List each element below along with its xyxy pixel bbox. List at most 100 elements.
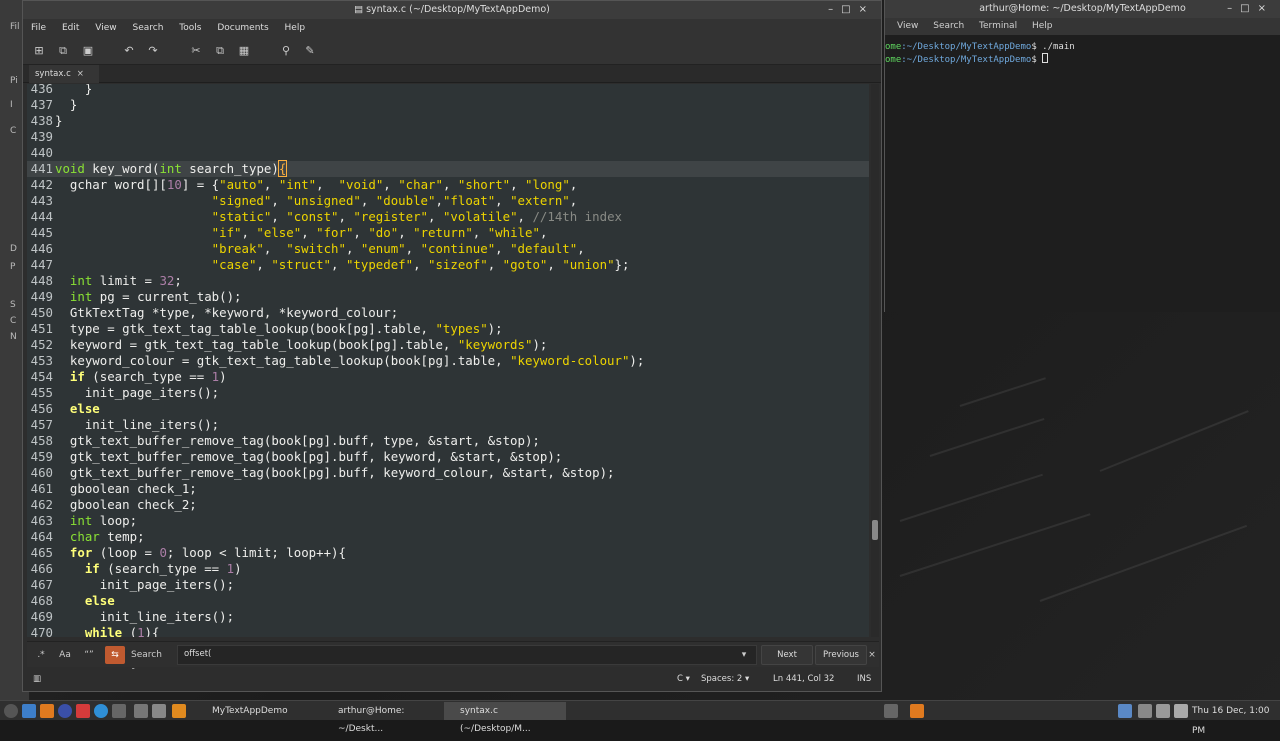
maximize-icon[interactable]: □ [841,4,858,15]
minimize-icon[interactable]: – [828,4,841,15]
code-line[interactable]: if (search_type == 1) [55,561,242,577]
cut-icon[interactable]: ✂ [188,43,204,59]
text-editor-icon[interactable] [152,704,166,718]
close-icon[interactable]: × [859,4,875,15]
code-line[interactable]: for (loop = 0; loop < limit; loop++){ [55,545,346,561]
task-terminal[interactable]: arthur@Home: ~/Deskt... [322,702,440,734]
previous-button[interactable]: Previous [815,645,867,665]
code-line[interactable]: char temp; [55,529,145,545]
settings-icon[interactable] [1138,704,1152,718]
undo-icon[interactable]: ↶ [121,43,137,59]
menu-help[interactable]: Help [285,23,306,33]
code-line[interactable]: } [55,84,92,97]
network-icon[interactable] [1118,704,1132,718]
code-line[interactable]: else [55,593,115,609]
task-syntax-c[interactable]: syntax.c (~/Desktop/M... [444,702,566,734]
menu-documents[interactable]: Documents [217,23,268,33]
code-line[interactable]: "break", "switch", "enum", "continue", "… [55,241,585,257]
code-line[interactable]: gtk_text_buffer_remove_tag(book[pg].buff… [55,433,540,449]
volume-icon[interactable] [1174,704,1188,718]
display-icon[interactable] [1156,704,1170,718]
spaces-selector[interactable]: Spaces: 2 ▾ [701,669,749,689]
terminal-titlebar[interactable]: arthur@Home: ~/Desktop/MyTextAppDemo –□× [885,0,1280,18]
code-line[interactable]: init_page_iters(); [55,385,219,401]
menu-icon[interactable] [4,704,18,718]
code-line[interactable]: gboolean check_1; [55,481,197,497]
maximize-icon[interactable]: □ [1240,3,1257,14]
clock[interactable]: Thu 16 Dec, 1:00 PM [1192,701,1280,741]
search-input[interactable]: offset( [177,645,757,665]
close-icon[interactable]: × [1258,3,1274,14]
code-line[interactable]: GtkTextTag *type, *keyword, *keyword_col… [55,305,398,321]
code-line[interactable]: } [55,97,77,113]
update-icon[interactable] [910,704,924,718]
show-desktop-icon[interactable] [22,704,36,718]
menu-view[interactable]: View [95,23,116,33]
terminal-window[interactable]: arthur@Home: ~/Desktop/MyTextAppDemo –□×… [884,0,1280,312]
terminal-icon[interactable] [112,704,126,718]
next-button[interactable]: Next [761,645,813,665]
scrollbar-thumb[interactable] [872,520,878,540]
editor-window[interactable]: ▤ syntax.c (~/Desktop/MyTextAppDemo) –□×… [22,0,882,692]
code-line[interactable]: init_page_iters(); [55,577,234,593]
editor-titlebar[interactable]: ▤ syntax.c (~/Desktop/MyTextAppDemo) –□× [23,1,881,19]
menu-file[interactable]: File [31,23,46,33]
copy-icon[interactable]: ⧉ [212,43,228,59]
code-line[interactable]: void key_word(int search_type){ [55,160,288,177]
menu-help[interactable]: Help [1032,21,1053,31]
code-line[interactable]: "signed", "unsigned", "double","float", … [55,193,578,209]
whole-word-icon[interactable]: “” [81,646,97,664]
vertical-scrollbar[interactable] [871,84,879,637]
chevron-down-icon[interactable]: ▾ [737,646,751,664]
code-line[interactable]: gtk_text_buffer_remove_tag(book[pg].buff… [55,465,615,481]
app-icon[interactable] [76,704,90,718]
open-document-icon[interactable]: ⧉ [55,43,71,59]
menu-terminal[interactable]: Terminal [979,21,1017,31]
replace-icon[interactable]: ✎ [302,43,318,59]
code-line[interactable]: int limit = 32; [55,273,182,289]
app-icon[interactable] [172,704,186,718]
regex-toggle-icon[interactable]: .* [33,646,49,664]
code-line[interactable]: } [55,113,62,129]
media-player-icon[interactable] [40,704,54,718]
code-line[interactable]: init_line_iters(); [55,609,234,625]
task-mytextappdemo[interactable]: MyTextAppDemo [196,702,316,720]
code-line[interactable]: keyword = gtk_text_tag_table_lookup(book… [55,337,547,353]
browser-icon[interactable] [58,704,72,718]
language-selector[interactable]: C ▾ [677,669,690,689]
minimize-icon[interactable]: – [1227,3,1240,14]
files-icon[interactable] [134,704,148,718]
code-line[interactable]: keyword_colour = gtk_text_tag_table_look… [55,353,644,369]
close-search-icon[interactable]: × [867,646,877,664]
redo-icon[interactable]: ↷ [145,43,161,59]
menu-tools[interactable]: Tools [179,23,201,33]
menu-edit[interactable]: Edit [62,23,79,33]
keyboard-icon[interactable] [884,704,898,718]
code-line[interactable]: gtk_text_buffer_remove_tag(book[pg].buff… [55,449,562,465]
save-icon[interactable]: ▣ [80,43,96,59]
tab-syntax-c[interactable]: syntax.c × [29,65,99,83]
sidebar-toggle-icon[interactable]: ▥ [33,669,41,689]
code-line[interactable]: init_line_iters(); [55,417,219,433]
code-line[interactable]: int pg = current_tab(); [55,289,242,305]
menu-view[interactable]: View [897,21,918,31]
terminal-body[interactable]: ome:~/Desktop/MyTextAppDemo$ ./main ome:… [885,35,1280,312]
code-line[interactable]: int loop; [55,513,137,529]
code-line[interactable]: "if", "else", "for", "do", "return", "wh… [55,225,548,241]
insert-mode[interactable]: INS [857,669,871,689]
wrap-around-icon[interactable]: ⇆ [105,646,125,664]
web-browser-icon[interactable] [94,704,108,718]
menu-search[interactable]: Search [933,21,964,31]
code-line[interactable]: if (search_type == 1) [55,369,227,385]
match-case-icon[interactable]: Aa [57,646,73,664]
code-line[interactable]: while (1){ [55,625,160,637]
code-line[interactable]: "static", "const", "register", "volatile… [55,209,622,225]
code-line[interactable]: gchar word[][10] = {"auto", "int", "void… [55,177,577,193]
search-icon[interactable]: ⚲ [278,43,294,59]
code-line[interactable]: type = gtk_text_tag_table_lookup(book[pg… [55,321,503,337]
new-document-icon[interactable]: ⊞ [31,43,47,59]
code-view[interactable]: 436 } 437 } 438} 439 440 441 void key_word(int… [27,84,869,637]
code-line[interactable]: gboolean check_2; [55,497,197,513]
menu-search[interactable]: Search [132,23,163,33]
tab-close-icon[interactable]: × [77,69,84,79]
